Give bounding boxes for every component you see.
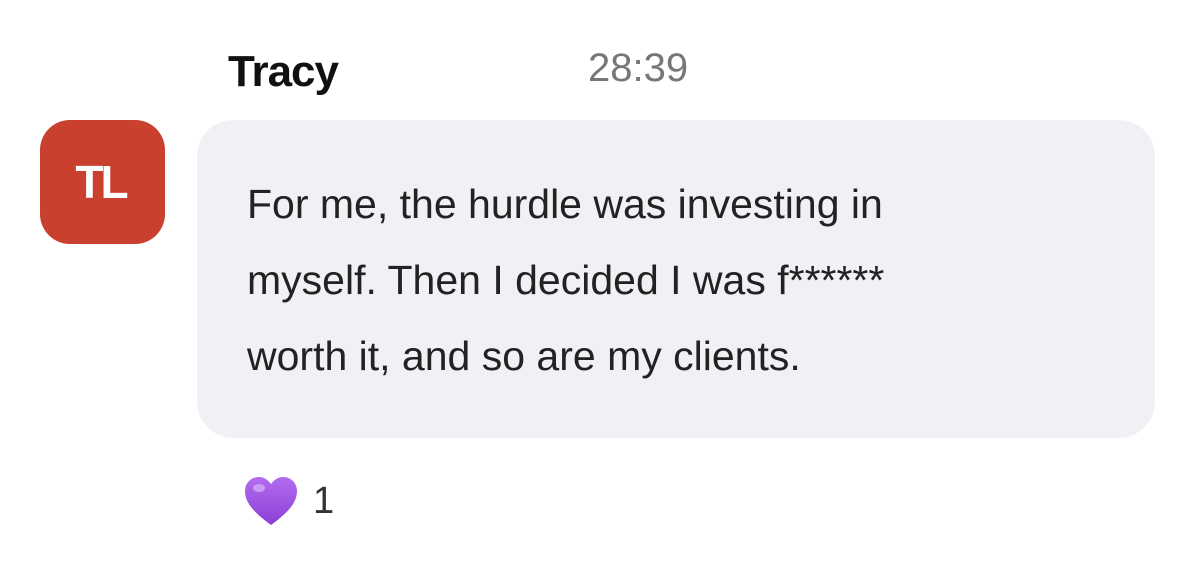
reaction-heart[interactable]: 1 bbox=[243, 475, 334, 527]
message-text: For me, the hurdle was investing in myse… bbox=[247, 181, 885, 379]
avatar[interactable]: TL bbox=[40, 120, 165, 244]
avatar-initials: TL bbox=[75, 156, 128, 208]
message-header: Tracy bbox=[228, 42, 339, 102]
reactions-bar: 1 bbox=[243, 475, 334, 527]
chat-message: TL Tracy 28:39 For me, the hurdle was in… bbox=[0, 0, 1200, 561]
purple-heart-icon bbox=[245, 477, 297, 525]
message-timestamp: 28:39 bbox=[588, 46, 689, 90]
message-bubble[interactable]: For me, the hurdle was investing in myse… bbox=[197, 120, 1155, 438]
reaction-count: 1 bbox=[313, 479, 335, 522]
sender-name[interactable]: Tracy bbox=[228, 47, 339, 97]
